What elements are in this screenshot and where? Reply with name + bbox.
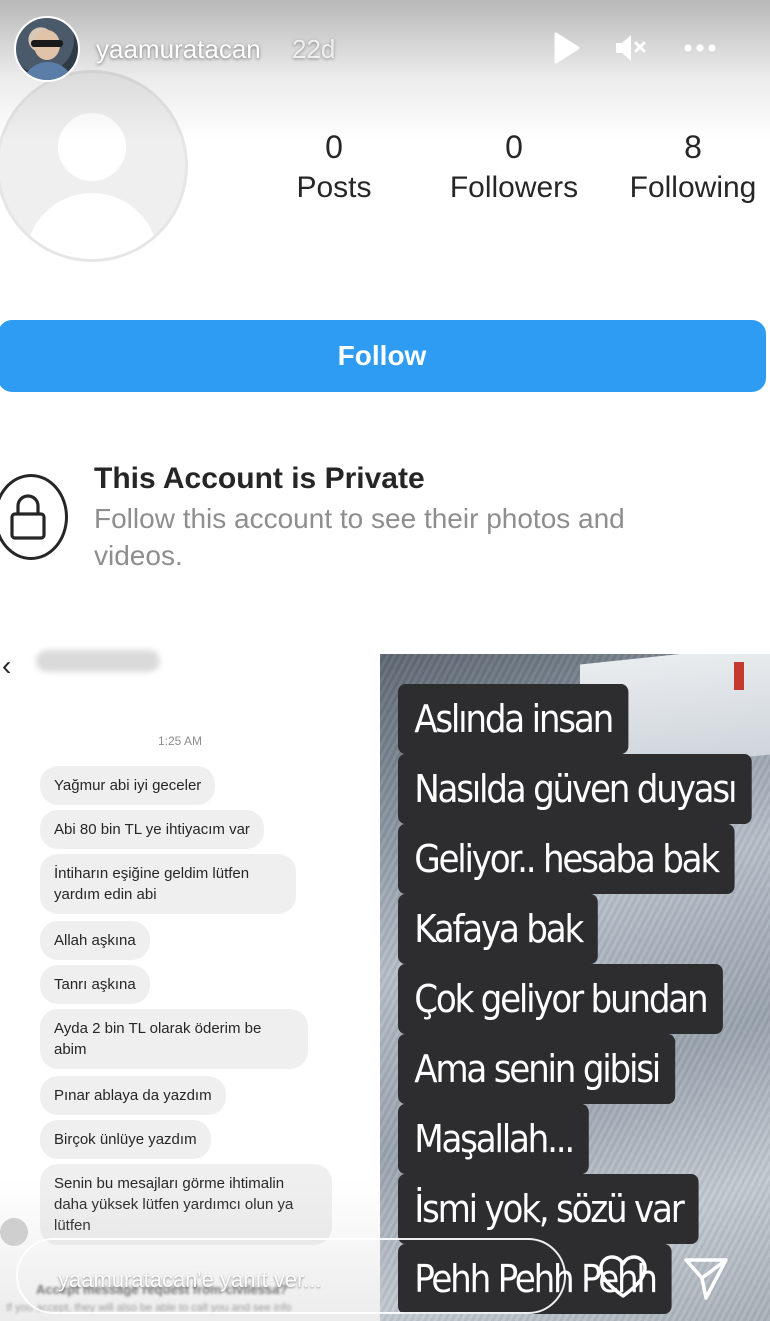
chat-message: Yağmur abi iyi geceler	[40, 766, 216, 805]
posts-label: Posts	[296, 171, 372, 204]
caption-line: Çok geliyor bundan	[398, 964, 723, 1034]
photo-red-object	[734, 662, 744, 690]
chat-message: Ayda 2 bin TL olarak öderim be abim	[40, 1009, 308, 1069]
speaker-muted-icon[interactable]	[612, 30, 648, 66]
profile-picture[interactable]	[0, 70, 188, 262]
private-account-subtitle: Follow this account to see their photos …	[94, 503, 625, 571]
play-icon[interactable]	[548, 30, 584, 66]
sender-avatar	[0, 1218, 28, 1246]
caption-line: İsmi yok, sözü var	[398, 1174, 699, 1244]
send-icon[interactable]	[682, 1254, 730, 1302]
following-label: Following	[629, 171, 757, 204]
story-user-avatar[interactable]	[14, 16, 80, 82]
blurred-chat-name	[36, 650, 160, 672]
avatar-glasses	[31, 40, 63, 47]
story-photo: Aslında insan Nasılda güven duyası Geliy…	[380, 654, 770, 1321]
caption-line: Ama senin gibisi	[398, 1034, 676, 1104]
follow-button[interactable]: Follow	[0, 320, 766, 392]
following-count: 8	[684, 129, 702, 165]
followers-label: Followers	[449, 171, 579, 204]
story-username[interactable]: yaamuratacan	[96, 34, 261, 65]
caption-line: Aslında insan	[398, 684, 629, 754]
avatar-shirt	[22, 62, 74, 80]
chat-message: Tanrı aşkına	[40, 965, 150, 1004]
story-time-ago: 22d	[292, 34, 336, 64]
followers-count: 0	[505, 129, 523, 165]
chat-screenshot: ‹ 1:25 AM Yağmur abi iyi geceler Abi 80 …	[0, 640, 382, 1321]
chat-message: Pınar ablaya da yazdım	[40, 1076, 226, 1115]
caption-line: Maşallah...	[398, 1104, 590, 1174]
stat-following[interactable]: 8 Following	[616, 128, 770, 208]
chat-timestamp: 1:25 AM	[158, 734, 203, 748]
more-horizontal-icon[interactable]	[682, 30, 718, 66]
caption-line: Geliyor.. hesaba bak	[398, 824, 735, 894]
caption-line: Kafaya bak	[398, 894, 599, 964]
default-avatar-body	[26, 193, 158, 259]
stat-posts[interactable]: 0 Posts	[274, 128, 394, 208]
posts-count: 0	[325, 129, 343, 165]
back-chevron-icon: ‹	[2, 650, 12, 681]
stat-followers[interactable]: 0 Followers	[432, 128, 596, 208]
chat-message: İntiharın eşiğine geldim lütfen yardım e…	[40, 854, 296, 914]
caption-line: Nasılda güven duyası	[398, 754, 752, 824]
chat-message: Abi 80 bin TL ye ihtiyacım var	[40, 810, 264, 849]
chat-message: Birçok ünlüye yazdım	[40, 1120, 211, 1159]
private-account-title: This Account is Private	[94, 462, 425, 495]
chat-message: Allah aşkına	[40, 921, 150, 960]
chat-message: Senin bu mesajları görme ihtimalin daha …	[40, 1164, 332, 1245]
reply-placeholder[interactable]: yaamuratacan'e yanıt ver...	[58, 1267, 321, 1293]
story-header: yaamuratacan 22d	[0, 0, 770, 96]
default-avatar-head	[58, 113, 126, 181]
heart-icon[interactable]	[598, 1254, 648, 1300]
lock-icon	[10, 494, 46, 540]
